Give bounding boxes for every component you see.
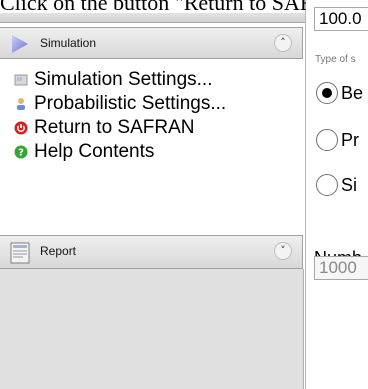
return-to-safran-label: Return to SAFRAN bbox=[34, 117, 195, 138]
radio-option-1[interactable]: Be bbox=[316, 80, 363, 106]
simulation-settings-label: Simulation Settings... bbox=[34, 69, 213, 90]
report-section-title: Report bbox=[40, 244, 77, 258]
radio-option-3[interactable]: Si bbox=[316, 172, 357, 198]
return-to-safran-item[interactable]: Return to SAFRAN bbox=[0, 116, 303, 140]
settings-window-icon bbox=[14, 74, 28, 86]
report-section-header[interactable]: Report ˅ bbox=[0, 235, 303, 269]
simulation-section-title: Simulation bbox=[40, 36, 97, 50]
report-section-body bbox=[0, 269, 304, 389]
radio-option-2[interactable]: Pr bbox=[316, 127, 359, 153]
probabilistic-settings-item[interactable]: Probabilistic Settings... bbox=[0, 92, 303, 116]
navigation-panel: Simulation ˄ Simulation Settings... Prob… bbox=[0, 0, 368, 389]
probabilistic-settings-label: Probabilistic Settings... bbox=[34, 93, 227, 114]
settings-panel: 100.0 Type of s Be Pr Si Numb 1000 bbox=[306, 0, 368, 389]
radio-button-checked[interactable] bbox=[316, 82, 338, 104]
expand-chevron-down-icon[interactable]: ˅ bbox=[274, 242, 292, 260]
power-icon bbox=[14, 121, 28, 135]
simulation-settings-item[interactable]: Simulation Settings... bbox=[0, 68, 303, 92]
radio-option-1-label: Be bbox=[341, 82, 364, 103]
help-question-icon: ? bbox=[14, 145, 28, 159]
radio-button[interactable] bbox=[316, 129, 338, 151]
radio-button[interactable] bbox=[316, 174, 338, 196]
radio-option-3-label: Si bbox=[341, 174, 358, 195]
help-contents-label: Help Contents bbox=[34, 141, 155, 162]
type-label: Type of s bbox=[315, 54, 356, 65]
svg-text:?: ? bbox=[18, 148, 24, 159]
radio-option-2-label: Pr bbox=[341, 129, 359, 150]
simulation-play-icon bbox=[12, 35, 28, 53]
collapse-chevron-up-icon[interactable]: ˄ bbox=[274, 34, 292, 52]
top-value-field[interactable]: 100.0 bbox=[314, 7, 368, 31]
simulation-section-header[interactable]: Simulation ˄ bbox=[0, 27, 303, 59]
number-field[interactable]: 1000 bbox=[314, 256, 368, 280]
user-settings-icon bbox=[17, 98, 25, 110]
simulation-menu: Simulation Settings... Probabilistic Set… bbox=[0, 68, 303, 164]
report-document-icon bbox=[10, 242, 30, 264]
help-contents-item[interactable]: ? Help Contents bbox=[0, 140, 303, 164]
